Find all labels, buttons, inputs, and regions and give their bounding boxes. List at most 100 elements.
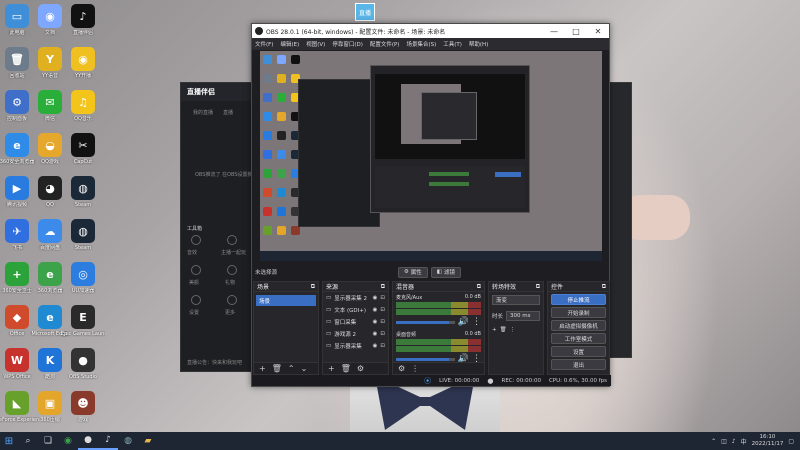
app-icon: 🗑	[5, 47, 29, 71]
lock-icon[interactable]: ⊡	[380, 307, 385, 313]
network-icon[interactable]: ◫	[721, 438, 727, 445]
more-icon[interactable]: ⋮	[510, 327, 516, 333]
menu-file[interactable]: 文件(F)	[255, 40, 273, 48]
menu-edit[interactable]: 编辑(E)	[280, 40, 299, 48]
stop-streaming-button[interactable]: 停止推流	[551, 294, 606, 305]
eye-icon[interactable]: ◉	[373, 319, 378, 325]
studio-mode-button[interactable]: 工作室模式	[551, 333, 606, 344]
desktop-icon[interactable]: ◍ Steam	[61, 219, 105, 251]
add-icon[interactable]: +	[259, 364, 266, 373]
ime-indicator[interactable]: 中	[741, 437, 747, 446]
eye-icon[interactable]: ◉	[373, 331, 378, 337]
menu-docks[interactable]: 停靠窗口(D)	[332, 40, 363, 48]
task-view-icon[interactable]: ❏	[38, 432, 58, 450]
desktop-icon[interactable]: ● OBS Studio	[61, 348, 105, 380]
more-icon[interactable]: ⋮	[472, 317, 481, 327]
chevron-up-icon[interactable]: ⌃	[711, 438, 716, 445]
start-virtual-camera-button[interactable]: 启动虚拟摄像机	[551, 320, 606, 331]
tool-icon[interactable]	[191, 235, 201, 245]
chevron-down-icon[interactable]: ⌄	[301, 364, 308, 373]
lock-icon[interactable]: ⊡	[380, 343, 385, 349]
chevron-up-icon[interactable]: ⌃	[288, 364, 295, 373]
notification-icon[interactable]: ▢	[788, 438, 794, 445]
desktop-icon[interactable]: ◍ Steam	[61, 176, 105, 208]
lock-icon[interactable]: ⊡	[380, 331, 385, 337]
source-name: 显示器采集 2	[334, 296, 367, 302]
lock-icon[interactable]: ⊡	[380, 295, 385, 301]
eye-icon[interactable]: ◉	[373, 295, 378, 301]
trash-icon[interactable]: 🗑	[272, 364, 282, 373]
filters-button[interactable]: ◧ 滤镜	[430, 266, 461, 278]
start-recording-button[interactable]: 开始录制	[551, 307, 606, 318]
dock-popout-icon[interactable]: ⧉	[381, 283, 385, 291]
desktop-icon[interactable]: ♫ QQ音乐	[61, 90, 105, 122]
source-row[interactable]: ▭ 显示器采集 ◉ ⊡	[323, 340, 388, 352]
maximize-icon[interactable]: □	[565, 24, 587, 38]
menu-view[interactable]: 视图(V)	[306, 40, 325, 48]
windows-start-icon[interactable]: ⊞	[0, 432, 18, 450]
desktop-icon[interactable]: ♪ 直播伴侣	[61, 4, 105, 36]
companion-menu-item[interactable]: 我的直播	[193, 109, 213, 116]
dock-popout-icon[interactable]: ⧉	[477, 283, 481, 291]
add-icon[interactable]: +	[328, 364, 335, 373]
close-icon[interactable]: ✕	[587, 24, 609, 38]
volume-icon[interactable]: ♪	[732, 438, 736, 445]
properties-button[interactable]: ⚙ 属性	[397, 266, 428, 278]
folder-taskbar-icon[interactable]: ▰	[138, 432, 158, 450]
app-icon: ✉	[38, 90, 62, 114]
obs-taskbar-icon[interactable]: ●	[78, 432, 98, 450]
gear-icon[interactable]: ⚙	[398, 364, 405, 373]
transition-select[interactable]: 渐变	[492, 295, 540, 305]
menu-help[interactable]: 帮助(H)	[469, 40, 488, 48]
desktop-icon[interactable]: ✂ CapCut	[61, 133, 105, 165]
desktop-icon[interactable]: ☻ 游戏	[61, 391, 105, 423]
trash-icon[interactable]: 🗑	[341, 364, 351, 373]
taskbar-clock[interactable]: 16:10 2022/11/17	[752, 434, 784, 448]
source-row[interactable]: ▭ 游戏源 2 ◉ ⊡	[323, 328, 388, 340]
search-icon[interactable]: ⌕	[18, 432, 38, 450]
minimize-icon[interactable]: —	[543, 24, 565, 38]
gear-icon[interactable]: ⚙	[357, 364, 364, 373]
menu-tools[interactable]: 工具(T)	[443, 40, 462, 48]
settings-button[interactable]: 设置	[551, 346, 606, 357]
trash-icon[interactable]: 🗑	[500, 327, 507, 333]
add-icon[interactable]: +	[492, 327, 497, 333]
app-icon: ◍	[71, 219, 95, 243]
volume-slider[interactable]	[396, 357, 455, 361]
menu-profile[interactable]: 配置文件(P)	[370, 40, 400, 48]
source-row[interactable]: ▭ 显示器采集 2 ◉ ⊡	[323, 292, 388, 304]
app-icon: ▣	[38, 391, 62, 415]
app-icon: ◒	[38, 133, 62, 157]
desktop-icon[interactable]: ◉ YY开播	[61, 47, 105, 79]
desktop-icon[interactable]: ◎ UU加速器	[61, 262, 105, 294]
obs-preview-canvas[interactable]	[260, 51, 602, 261]
sources-list: ▭ 显示器采集 2 ◉ ⊡ ▭ 文本 (GDI+) ◉ ⊡ ▭ 窗口采集 ◉ ⊡ ▭ 游戏源 2 ◉ ⊡ ▭ 显示…	[323, 292, 388, 352]
menu-scene-collection[interactable]: 场景集合(S)	[406, 40, 436, 48]
tool-icon[interactable]	[227, 295, 237, 305]
lock-icon[interactable]: ⊡	[380, 319, 385, 325]
tool-icon[interactable]	[227, 265, 237, 275]
companion-menu-item[interactable]: 直播	[223, 109, 233, 116]
desktop-icon[interactable]: E Epic Games Launcher	[61, 305, 105, 337]
volume-slider[interactable]	[396, 320, 455, 324]
scene-item[interactable]: 场景	[256, 295, 316, 306]
more-icon[interactable]: ⋮	[411, 364, 419, 373]
companion-taskbar-icon[interactable]: ♪	[98, 432, 118, 450]
dock-popout-icon[interactable]: ⧉	[602, 283, 606, 291]
tool-icon[interactable]	[191, 295, 201, 305]
speaker-icon[interactable]: 🔊	[458, 317, 469, 327]
dock-popout-icon[interactable]: ⧉	[311, 283, 315, 291]
dock-popout-icon[interactable]: ⧉	[536, 283, 540, 291]
duration-input[interactable]: 300 ms	[506, 311, 540, 321]
tool-icon[interactable]	[191, 265, 201, 275]
obs-window-title: OBS 28.0.1 (64-bit, windows) - 配置文件: 未命名…	[266, 28, 446, 36]
taskbar-preview-thumbnail[interactable]: 直播	[355, 3, 375, 21]
source-row[interactable]: ▭ 文本 (GDI+) ◉ ⊡	[323, 304, 388, 316]
eye-icon[interactable]: ◉	[373, 307, 378, 313]
tool-icon[interactable]	[227, 235, 237, 245]
exit-button[interactable]: 退出	[551, 359, 606, 370]
eye-icon[interactable]: ◉	[373, 343, 378, 349]
source-row[interactable]: ▭ 窗口采集 ◉ ⊡	[323, 316, 388, 328]
browser-taskbar-icon[interactable]: ◉	[58, 432, 78, 450]
steam-taskbar-icon[interactable]: ◍	[118, 432, 138, 450]
